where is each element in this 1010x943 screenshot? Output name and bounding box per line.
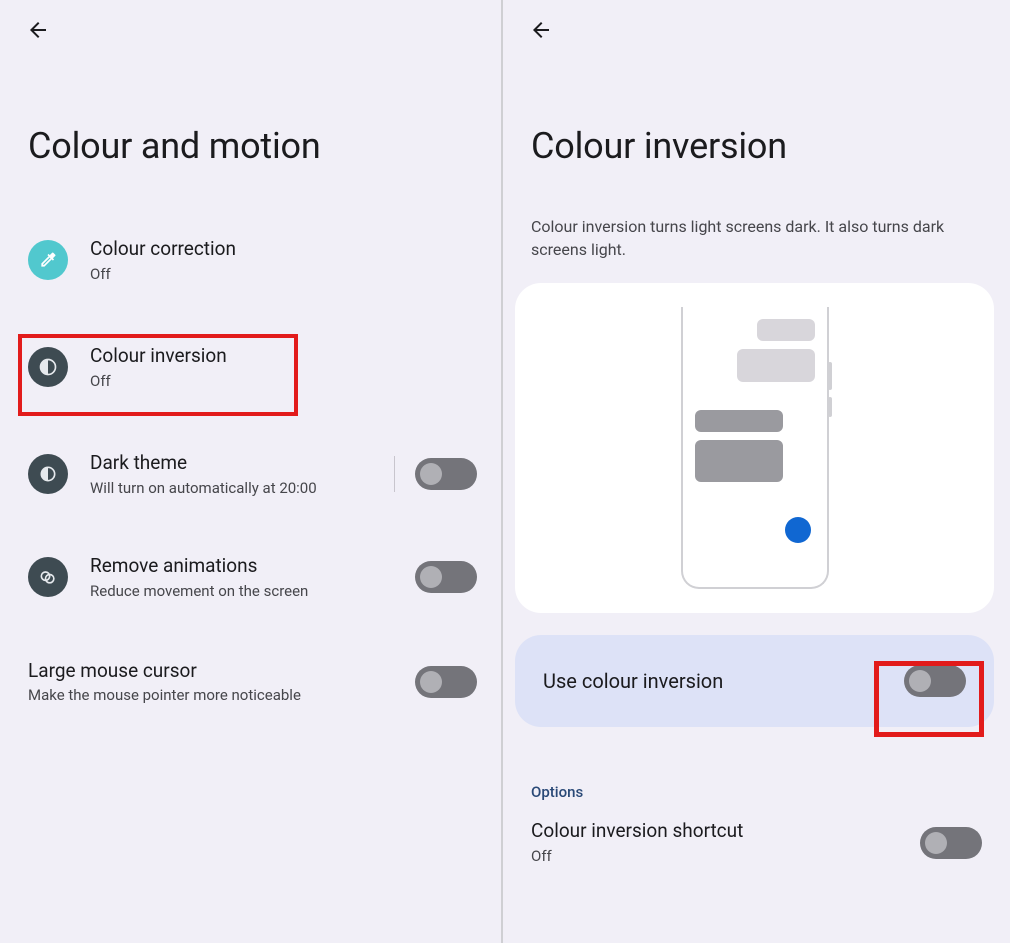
- colour-and-motion-screen: Colour and motion Colour correction Off …: [0, 0, 503, 943]
- preview-card: [515, 283, 994, 613]
- phone-illustration: [681, 307, 829, 589]
- invert-colours-icon: [28, 347, 68, 387]
- large-cursor-toggle[interactable]: [415, 666, 477, 698]
- setting-title: Colour inversion: [90, 344, 477, 369]
- chat-bubble-graphic: [695, 440, 783, 482]
- chat-bubble-graphic: [737, 349, 815, 382]
- use-colour-inversion-label: Use colour inversion: [543, 669, 723, 693]
- chat-bubble-graphic: [695, 410, 783, 432]
- divider: [394, 456, 395, 492]
- setting-title: Large mouse cursor: [28, 659, 405, 684]
- setting-title: Colour inversion shortcut: [531, 819, 920, 844]
- options-section-label: Options: [531, 783, 1006, 801]
- colour-inversion-shortcut-item[interactable]: Colour inversion shortcut Off: [503, 819, 1006, 866]
- page-title: Colour inversion: [531, 125, 1006, 167]
- remove-animations-toggle[interactable]: [415, 561, 477, 593]
- phone-button-graphic: [828, 362, 832, 390]
- large-cursor-item[interactable]: Large mouse cursor Make the mouse pointe…: [0, 644, 501, 721]
- use-colour-inversion-toggle[interactable]: [904, 665, 966, 697]
- setting-subtitle: Will turn on automatically at 20:00: [90, 478, 320, 498]
- setting-title: Dark theme: [90, 451, 384, 476]
- page-title: Colour and motion: [28, 125, 501, 167]
- back-button[interactable]: [18, 10, 58, 50]
- use-colour-inversion-row[interactable]: Use colour inversion: [515, 635, 994, 727]
- setting-subtitle: Off: [90, 371, 477, 391]
- colour-correction-item[interactable]: Colour correction Off: [0, 222, 501, 299]
- eyedropper-icon: [28, 240, 68, 280]
- setting-subtitle: Off: [90, 264, 477, 284]
- animation-icon: [28, 557, 68, 597]
- setting-title: Colour correction: [90, 237, 477, 262]
- arrow-left-icon: [26, 18, 50, 42]
- description-text: Colour inversion turns light screens dar…: [531, 215, 978, 261]
- phone-button-graphic: [828, 397, 832, 417]
- back-button[interactable]: [521, 10, 561, 50]
- colour-inversion-screen: Colour inversion Colour inversion turns …: [503, 0, 1006, 943]
- setting-title: Remove animations: [90, 554, 405, 579]
- chat-bubble-graphic: [757, 319, 815, 341]
- colour-inversion-item[interactable]: Colour inversion Off: [0, 329, 501, 406]
- setting-subtitle: Off: [531, 846, 920, 866]
- arrow-left-icon: [529, 18, 553, 42]
- dark-theme-item[interactable]: Dark theme Will turn on automatically at…: [0, 436, 501, 513]
- dark-theme-icon: [28, 454, 68, 494]
- remove-animations-item[interactable]: Remove animations Reduce movement on the…: [0, 539, 501, 616]
- shortcut-toggle[interactable]: [920, 827, 982, 859]
- dark-theme-toggle[interactable]: [415, 458, 477, 490]
- fab-graphic: [785, 517, 811, 543]
- setting-subtitle: Make the mouse pointer more noticeable: [28, 685, 405, 705]
- setting-subtitle: Reduce movement on the screen: [90, 581, 405, 601]
